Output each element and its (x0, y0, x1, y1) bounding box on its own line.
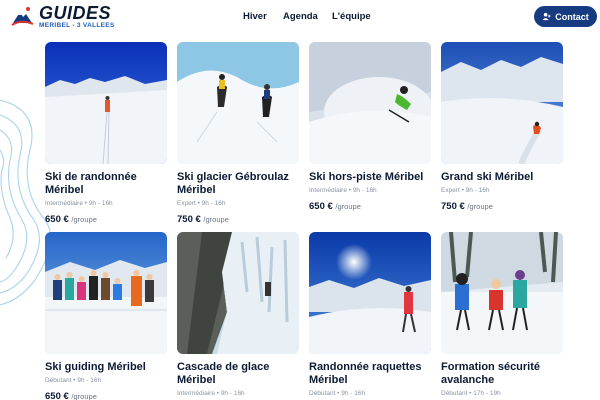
card-title: Ski de randonnée Méribel (45, 171, 137, 197)
card-price-unit: groupe (73, 215, 97, 225)
card-title: Ski glacier Gébroulaz Méribel (177, 171, 289, 197)
card-meta: Débutant • 17h - 19h (441, 390, 501, 398)
card-photo (177, 232, 299, 354)
card-title: Ski guiding Méribel (45, 361, 146, 373)
card-price-line: 650 € /groupe (45, 214, 167, 225)
activity-card[interactable]: Randonnée raquettes Méribel Débutant • 9… (309, 232, 431, 397)
card-photo (45, 42, 167, 164)
nav-item-equipe[interactable]: L'équipe (332, 11, 371, 22)
card-photo (441, 232, 563, 354)
card-price-unit: groupe (337, 202, 361, 212)
card-price-unit: groupe (205, 215, 229, 225)
site-header: GUIDES MERIBEL - 3 VALLEES Hiver Agenda … (0, 0, 600, 36)
card-meta: Débutant • 9h - 16h (45, 377, 102, 385)
activity-card[interactable]: Ski hors-piste Méribel Intermédiaire • 9… (309, 42, 431, 212)
activity-card[interactable]: Ski de randonnée Méribel Intermédiaire •… (45, 42, 167, 225)
card-title: Randonnée raquettes Méribel (309, 361, 422, 387)
activity-card[interactable]: Formation sécurité avalanche Débutant • … (441, 232, 563, 397)
activity-card[interactable]: Ski guiding Méribel Débutant • 9h - 16h … (45, 232, 167, 400)
card-meta: Expert • 9h - 16h (441, 187, 490, 195)
card-title: Formation sécurité avalanche (441, 361, 541, 387)
card-title: Ski hors-piste Méribel (309, 171, 424, 183)
contact-label: Contact (555, 11, 589, 22)
card-photo (441, 42, 563, 164)
card-price: 750 € (177, 214, 201, 226)
main-nav: Hiver Agenda L'équipe (0, 11, 600, 25)
nav-item-hiver[interactable]: Hiver (243, 11, 267, 22)
card-meta: Expert • 9h - 16h (177, 200, 226, 208)
card-price: 650 € (45, 391, 69, 400)
card-title: Grand ski Méribel (441, 171, 534, 183)
activity-card[interactable]: Cascade de glace Méribel Intermédiaire •… (177, 232, 299, 397)
card-price: 650 € (309, 201, 333, 213)
card-meta: Débutant • 9h - 16h (309, 390, 366, 398)
card-photo (309, 42, 431, 164)
card-price-unit: groupe (73, 392, 97, 400)
activity-card[interactable]: Ski glacier Gébroulaz Méribel Expert • 9… (177, 42, 299, 225)
card-price-line: 650 € /groupe (45, 391, 167, 400)
card-price: 750 € (441, 201, 465, 213)
card-meta: Intermédiaire • 9h - 16h (45, 200, 113, 208)
card-photo (177, 42, 299, 164)
card-price-line: 750 € /groupe (177, 214, 299, 225)
card-price: 650 € (45, 214, 69, 226)
card-title: Cascade de glace Méribel (177, 361, 270, 387)
card-meta: Intermédiaire • 9h - 16h (177, 390, 245, 398)
activity-card[interactable]: Grand ski Méribel Expert • 9h - 16h 750 … (441, 42, 563, 212)
card-price-line: 750 € /groupe (441, 201, 563, 212)
card-meta: Intermédiaire • 9h - 16h (309, 187, 377, 195)
card-price-line: 650 € /groupe (309, 201, 431, 212)
user-plus-icon (542, 12, 551, 21)
nav-item-agenda[interactable]: Agenda (283, 11, 318, 22)
contact-button[interactable]: Contact (534, 6, 597, 27)
card-photo (45, 232, 167, 354)
card-price-unit: groupe (469, 202, 493, 212)
card-photo (309, 232, 431, 354)
